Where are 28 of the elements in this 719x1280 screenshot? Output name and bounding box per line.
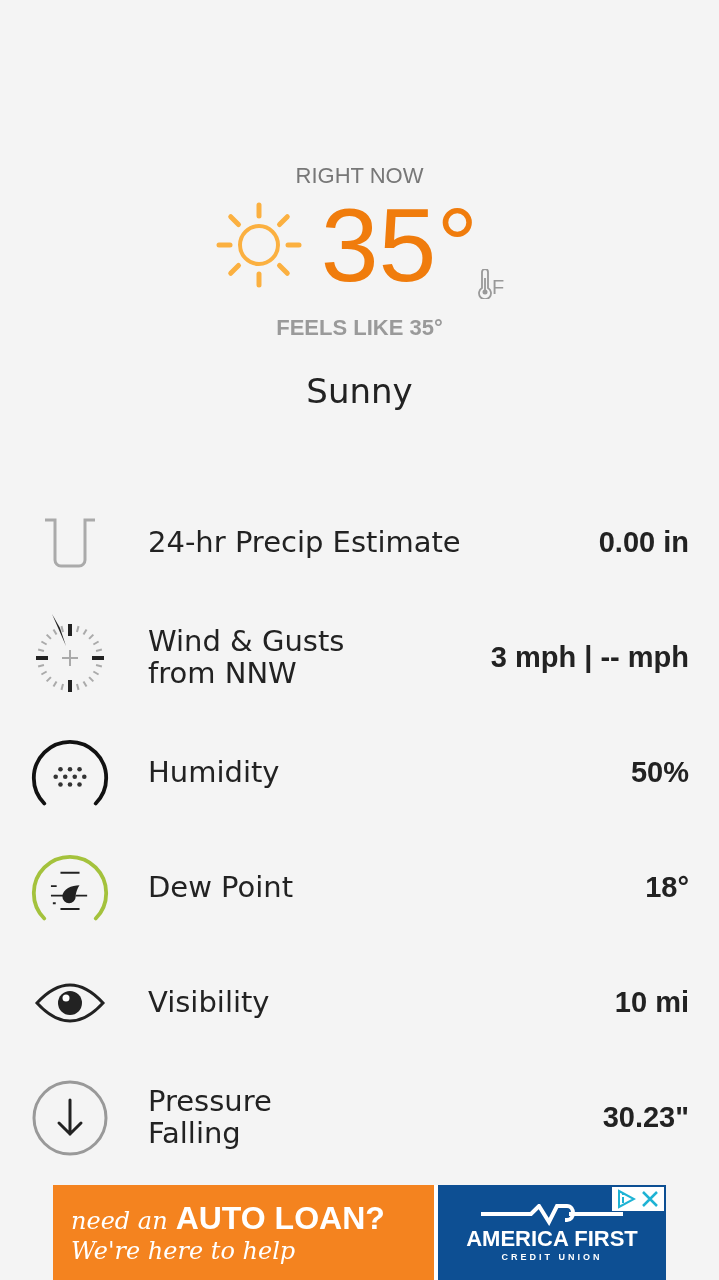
detail-value: 3 mph | -- mph xyxy=(490,641,689,674)
ad-info-icon[interactable] xyxy=(616,1189,636,1209)
ad-banner[interactable]: need an AUTO LOAN? We're here to help AMERICA FIRST CREDIT UNION xyxy=(53,1185,666,1280)
detail-label: Humidity xyxy=(148,756,281,789)
detail-value: 10 mi xyxy=(614,986,689,1019)
sun-icon xyxy=(214,201,303,289)
ad-brand: AMERICA FIRST xyxy=(466,1225,638,1252)
ad-brand-sub: CREDIT UNION xyxy=(501,1251,603,1262)
ad-tagline: We're here to help xyxy=(71,1237,297,1265)
detail-value: 30.23" xyxy=(602,1101,689,1134)
detail-value: 18° xyxy=(645,871,689,904)
temperature: 35° xyxy=(320,193,479,297)
close-icon[interactable] xyxy=(640,1189,660,1209)
detail-label: Visibility xyxy=(148,986,271,1019)
detail-value: 50% xyxy=(630,756,689,789)
unit-label: F xyxy=(492,276,505,299)
ad-headline: AUTO LOAN? xyxy=(175,1200,385,1237)
detail-label: 24-hr Precip Estimate xyxy=(148,526,462,559)
detail-label: Pressure Falling xyxy=(148,1085,273,1150)
feels-like: FEELS LIKE 35° xyxy=(276,315,443,341)
beaker-icon xyxy=(42,517,98,568)
ad-lead: need an xyxy=(71,1207,168,1235)
detail-label: Dew Point xyxy=(148,871,295,904)
detail-value: 0.00 in xyxy=(598,526,689,559)
section-title: RIGHT NOW xyxy=(295,163,424,189)
thermometer-icon xyxy=(478,269,493,299)
detail-label: Wind & Gusts from NNW xyxy=(148,625,346,690)
condition: Sunny xyxy=(306,371,413,411)
